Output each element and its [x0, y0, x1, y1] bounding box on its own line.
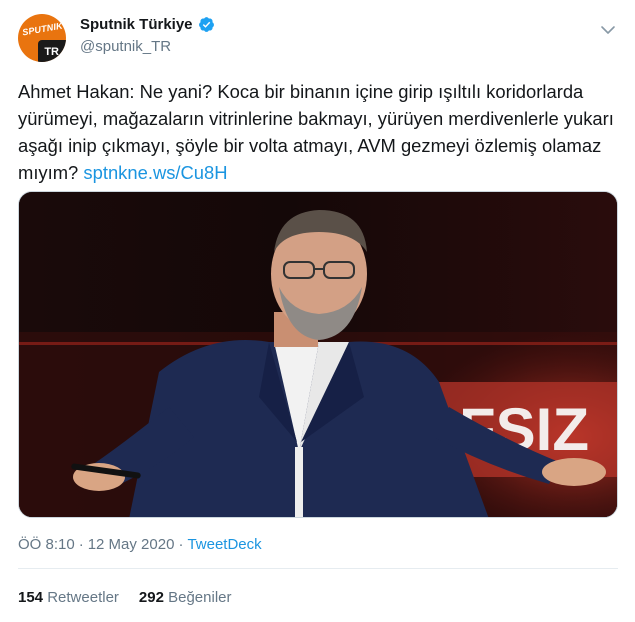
tweet-time[interactable]: ÖÖ 8:10: [18, 536, 75, 553]
tweet-meta: ÖÖ 8:10 · 12 May 2020 · TweetDeck: [18, 536, 262, 553]
verified-badge-icon: [198, 17, 214, 32]
retweets-stat[interactable]: 154 Retweetler: [18, 589, 119, 606]
tweet-stats: 154 Retweetler 292 Beğeniler: [18, 589, 232, 606]
divider: [18, 568, 618, 569]
likes-count: 292: [138, 589, 164, 606]
tweet-date[interactable]: 12 May 2020: [88, 536, 175, 553]
meta-separator-2: ·: [178, 536, 184, 553]
tweet-source-link[interactable]: TweetDeck: [187, 536, 261, 553]
display-name[interactable]: Sputnik Türkiye: [80, 16, 193, 33]
tweet-link[interactable]: sptnkne.ws/Cu8H: [83, 162, 227, 183]
retweets-label: Retweetler: [47, 589, 119, 606]
handle[interactable]: @sputnik_TR: [80, 38, 171, 55]
likes-stat[interactable]: 292 Beğeniler: [139, 589, 232, 606]
avatar-brand-text: SPUTNIK: [21, 20, 64, 38]
name-row: Sputnik Türkiye: [80, 16, 215, 33]
retweets-count: 154: [18, 589, 44, 606]
tweet-text: Ahmet Hakan: Ne yani? Koca bir binanın i…: [18, 78, 616, 186]
likes-label: Beğeniler: [168, 589, 232, 606]
tweet-header: SPUTNIK TR Sputnik Türkiye @sputnik_TR: [18, 14, 618, 62]
avatar[interactable]: SPUTNIK TR: [18, 14, 66, 62]
meta-separator: ·: [78, 536, 84, 553]
chevron-down-icon[interactable]: [598, 20, 618, 40]
avatar-tag-text: TR: [44, 46, 59, 58]
tweet-media-image[interactable]: FSIZ: [18, 191, 618, 518]
media-photo: FSIZ: [19, 192, 617, 517]
